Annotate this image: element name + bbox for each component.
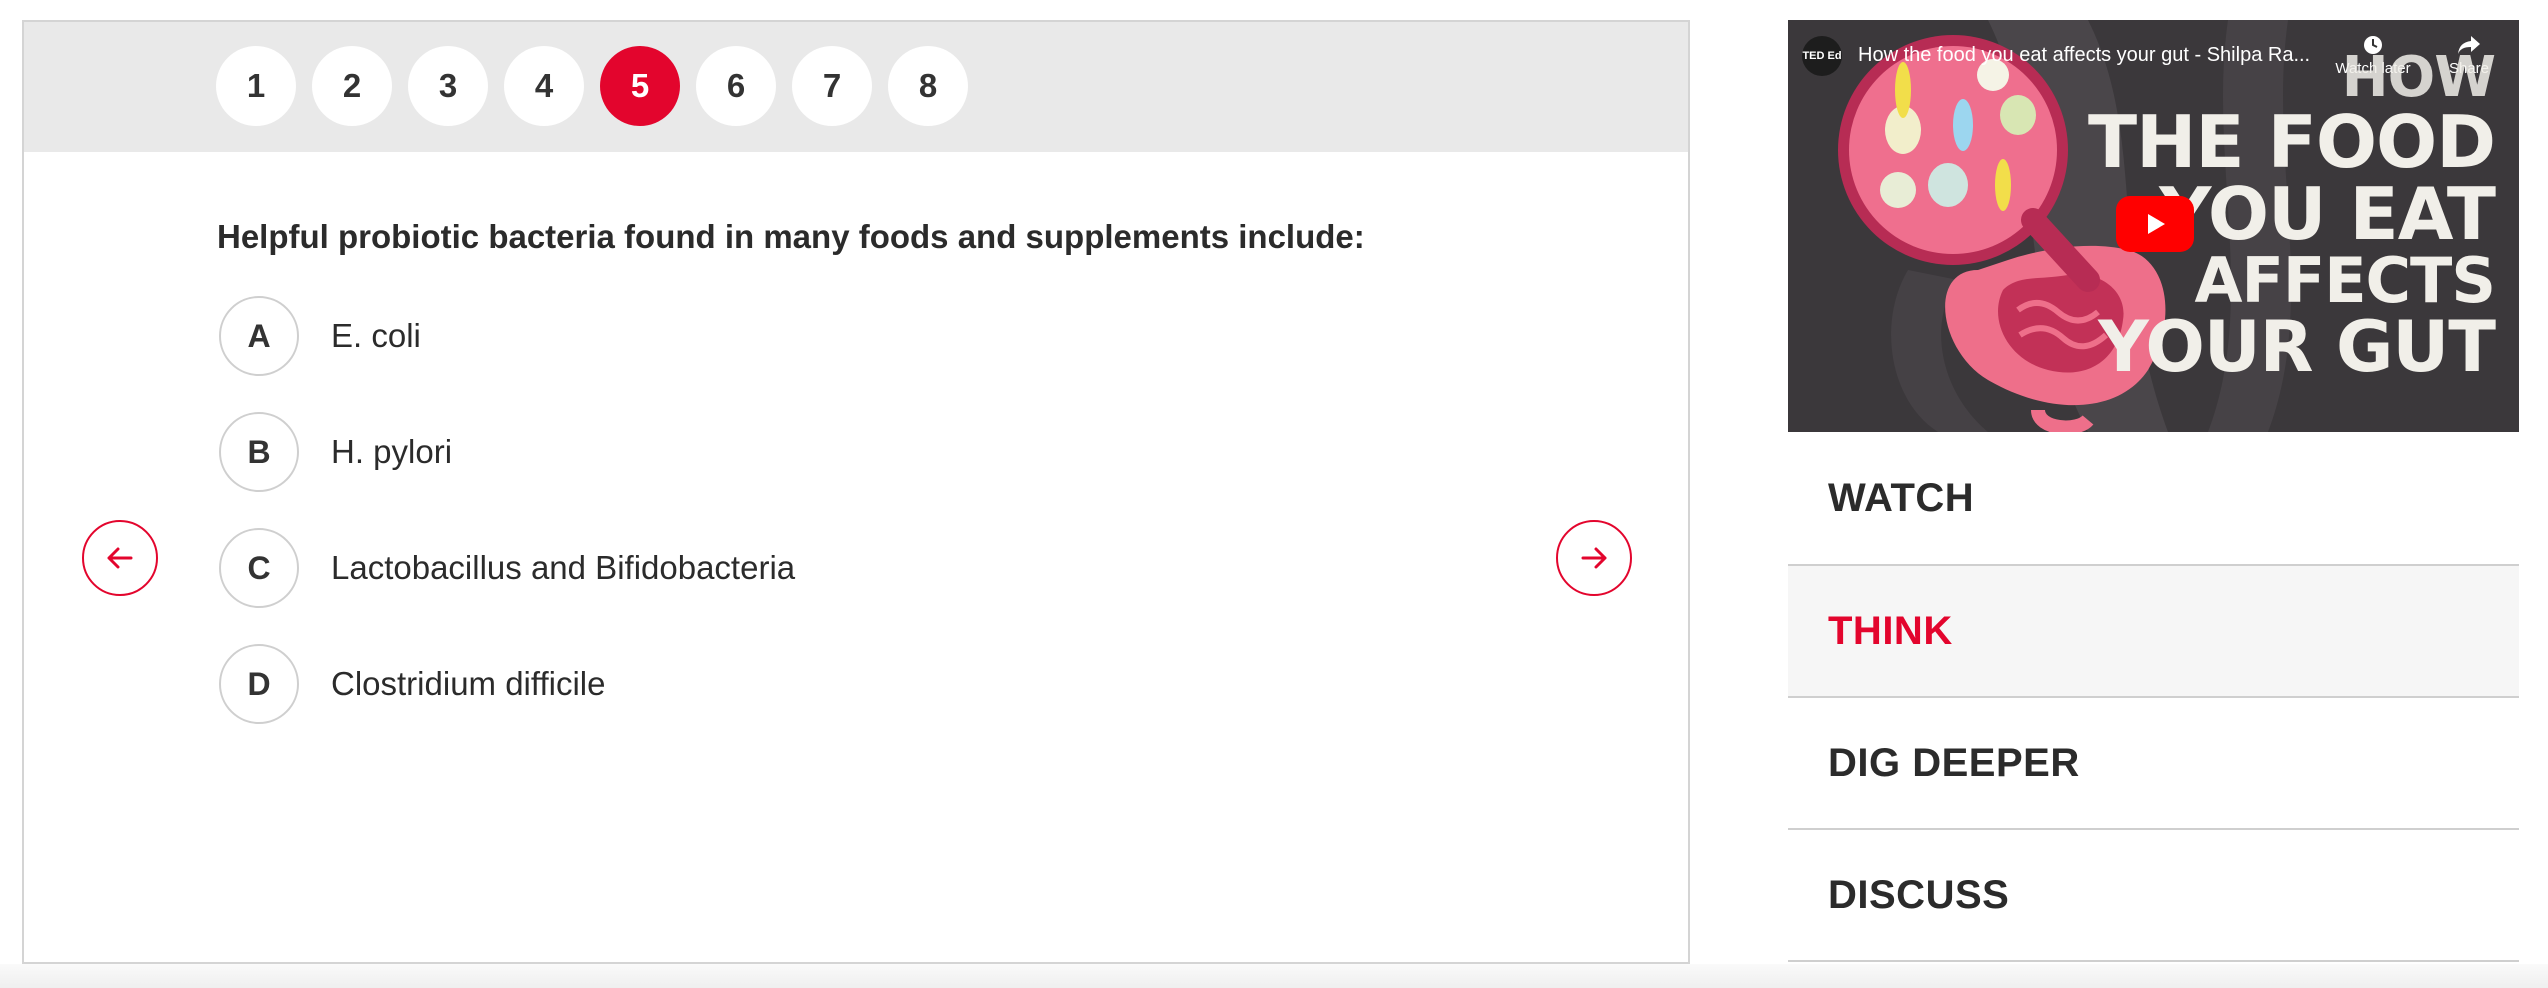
answer-option-a[interactable]: A E. coli [219, 296, 795, 376]
tab-dig-deeper[interactable]: DIG DEEPER [1788, 698, 2519, 830]
question-number-list: 1 2 3 4 5 6 7 8 [216, 46, 968, 126]
question-number-8[interactable]: 8 [888, 46, 968, 126]
answer-letter: A [219, 296, 299, 376]
overlay-line: THE FOOD [2088, 100, 2496, 184]
channel-logo[interactable]: TED Ed [1802, 36, 1842, 76]
overlay-line: HOW [2341, 45, 2496, 110]
tab-think[interactable]: THINK [1788, 566, 2519, 698]
question-number-7[interactable]: 7 [792, 46, 872, 126]
question-number-3[interactable]: 3 [408, 46, 488, 126]
overlay-line: AFFECTS [2194, 244, 2496, 317]
play-button[interactable] [2116, 196, 2194, 252]
page-bottom-edge [0, 964, 2548, 988]
answer-text: Clostridium difficile [331, 665, 606, 702]
tab-watch[interactable]: WATCH [1788, 432, 2519, 566]
answer-option-d[interactable]: D Clostridium difficile [219, 644, 795, 724]
answer-text: H. pylori [331, 433, 453, 470]
question-nav-bar: 1 2 3 4 5 6 7 8 [24, 22, 1688, 152]
question-text: Helpful probiotic bacteria found in many… [217, 218, 1365, 255]
next-question-button[interactable] [1556, 520, 1632, 596]
question-number-6[interactable]: 6 [696, 46, 776, 126]
lesson-tabs: WATCH THINK DIG DEEPER DISCUSS [1788, 432, 2519, 962]
answer-option-c[interactable]: C Lactobacillus and Bifidobacteria [219, 528, 795, 608]
question-number-2[interactable]: 2 [312, 46, 392, 126]
answer-letter: D [219, 644, 299, 724]
page: 1 2 3 4 5 6 7 8 Helpful probiotic bacter… [0, 0, 2548, 988]
play-icon [2148, 214, 2165, 234]
answer-letter: B [219, 412, 299, 492]
answer-text: E. coli [331, 317, 421, 354]
answer-letter: C [219, 528, 299, 608]
answer-option-b[interactable]: B H. pylori [219, 412, 795, 492]
answer-list: A E. coli B H. pylori C Lactobacillus an… [219, 296, 795, 760]
question-number-1[interactable]: 1 [216, 46, 296, 126]
arrow-right-icon [1581, 547, 1607, 569]
answer-text: Lactobacillus and Bifidobacteria [331, 549, 796, 586]
previous-question-button[interactable] [82, 520, 158, 596]
arrow-left-icon [107, 547, 133, 569]
video-player[interactable]: TED Ed How the food you eat affects your… [1788, 20, 2519, 432]
question-number-5-active[interactable]: 5 [600, 46, 680, 126]
quiz-panel: 1 2 3 4 5 6 7 8 Helpful probiotic bacter… [22, 20, 1690, 964]
overlay-line: YOUR GUT [2098, 306, 2496, 388]
question-number-4[interactable]: 4 [504, 46, 584, 126]
tab-discuss[interactable]: DISCUSS [1788, 830, 2519, 962]
